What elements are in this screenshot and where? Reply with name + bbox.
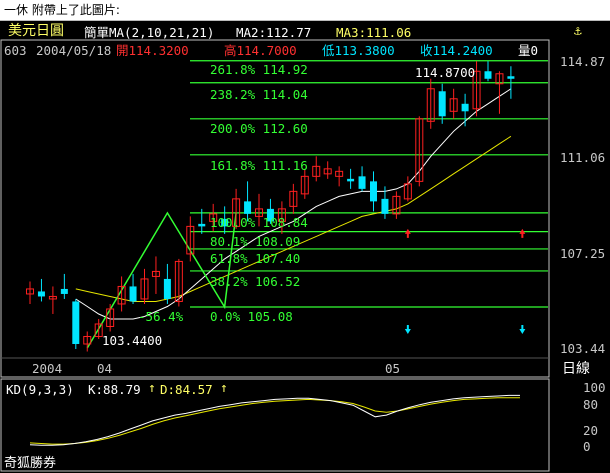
fib-label-161: 161.8% 111.16 [210, 158, 308, 173]
up-arrow-icon [404, 228, 411, 238]
fib-label-61: 61.8% 107.40 [210, 251, 301, 266]
candle-body [244, 201, 252, 214]
kd-tick-0: 0 [583, 439, 591, 454]
volume-value: 量0 [518, 43, 539, 58]
low-price: 低113.3800 [322, 43, 395, 58]
d-up-arrow-icon: ↑ [220, 381, 228, 396]
low-annotation: 103.4400 [102, 333, 163, 348]
close-price: 收114.2400 [420, 43, 493, 58]
candle-body [129, 286, 137, 302]
price-tick-4: 103.44 [560, 341, 606, 356]
down-arrow-icon [404, 324, 411, 334]
candle-body [438, 91, 446, 117]
candle-body [358, 176, 366, 189]
candle-body [163, 278, 171, 299]
instrument-code: 603 [4, 43, 27, 58]
candle-body [72, 301, 80, 344]
kd-label: KD(9,3,3) [6, 382, 74, 397]
x-label-year: 2004 [32, 361, 63, 376]
candle-body [60, 288, 68, 294]
lamp-icon[interactable]: ⚓ [574, 24, 582, 39]
kd-k-line [29, 394, 520, 446]
candle-body [37, 291, 45, 297]
open-price: 開114.3200 [116, 43, 189, 58]
swing-percent: -56.4% [138, 309, 184, 324]
kd-tick-100: 100 [583, 380, 606, 395]
candle-body [381, 198, 389, 214]
kd-d-line [29, 397, 520, 445]
brand-footer: 奇狐勝券 [4, 456, 57, 471]
x-label-may: 05 [385, 361, 401, 376]
candle-body [507, 76, 515, 79]
kd-tick-80: 80 [583, 397, 599, 412]
kd-panel-frame [0, 378, 550, 472]
instrument-title: 美元日圓 [8, 23, 64, 39]
kd-k-value: K:88.79 [88, 382, 141, 397]
quote-date: 2004/05/18 [36, 43, 112, 58]
fib-label-0: 0.0% 105.08 [210, 309, 293, 324]
high-price: 高114.7000 [224, 43, 297, 58]
down-arrow-icon [519, 324, 526, 334]
kd-tick-20: 20 [583, 423, 599, 438]
up-arrow-icon [519, 228, 526, 238]
x-label-apr: 04 [97, 361, 113, 376]
fib-label-80: 80.1% 108.09 [210, 234, 301, 249]
fib-label-261: 261.8% 114.92 [210, 62, 308, 77]
fib-label-100: 100.0% 108.84 [210, 215, 308, 230]
candle-body [370, 181, 377, 202]
kd-d-value: D:84.57 [160, 382, 213, 397]
k-up-arrow-icon: ↑ [148, 381, 156, 396]
period-button[interactable]: 日線 [562, 362, 590, 377]
ma2-value: MA2:112.77 [236, 25, 312, 40]
price-tick-1: 114.87 [560, 54, 606, 69]
high-annotation: 114.8700 [415, 65, 476, 80]
candle-body [484, 71, 492, 79]
fib-label-238: 238.2% 114.04 [210, 87, 308, 102]
fib-label-200: 200.0% 112.60 [210, 121, 308, 136]
candle-body [347, 178, 355, 182]
price-tick-3: 107.25 [560, 246, 606, 261]
fib-label-38: 38.2% 106.52 [210, 274, 301, 289]
price-tick-2: 111.06 [560, 150, 606, 165]
ma3-value: MA3:111.06 [336, 25, 412, 40]
candle-body [461, 103, 469, 112]
candle-body [198, 223, 206, 227]
ma-settings-label[interactable]: 簡單MA(2,10,21,21) [84, 25, 214, 40]
window-caption: 一休 附帶上了此圖片: [0, 0, 610, 20]
